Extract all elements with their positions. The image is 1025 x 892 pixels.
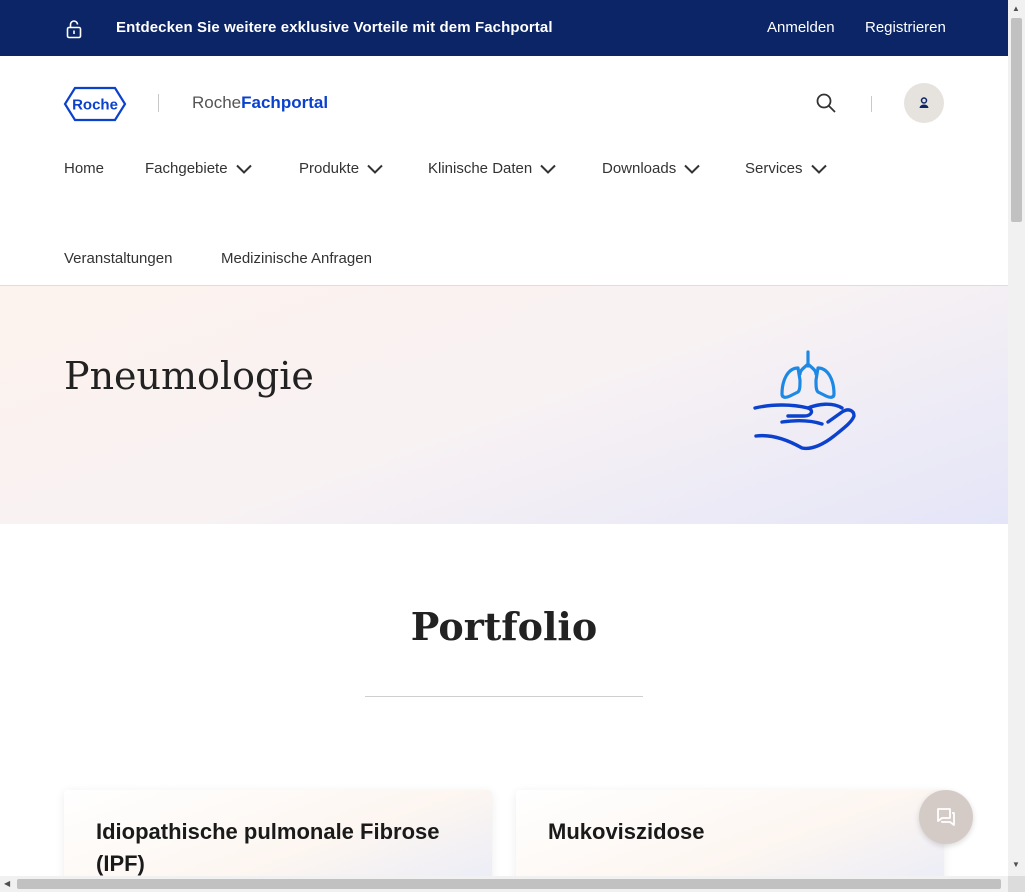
lock-open-icon (66, 20, 82, 39)
nav-medizinische-anfragen[interactable]: Medizinische Anfragen (221, 250, 372, 267)
nav-downloads[interactable]: Downloads (602, 160, 700, 177)
chevron-down-icon (810, 164, 827, 174)
brand-light: Roche (192, 93, 242, 112)
search-icon[interactable] (815, 92, 837, 114)
roche-logo[interactable]: Roche (63, 86, 127, 122)
header-divider (871, 96, 872, 112)
scroll-left-icon[interactable]: ◀ (4, 879, 10, 888)
card-title: Idiopathische pulmonale Fibrose (IPF) (96, 819, 440, 876)
nav-produkte[interactable]: Produkte (299, 160, 383, 177)
brand-name[interactable]: RocheFachportal (192, 93, 328, 113)
hero-banner: Pneumologie (0, 286, 1008, 524)
scrollbar-thumb[interactable] (17, 879, 1001, 889)
promo-text: Entdecken Sie weitere exklusive Vorteile… (116, 19, 553, 36)
nav-label: Downloads (602, 160, 677, 177)
scroll-down-icon[interactable]: ▼ (1012, 860, 1020, 869)
section-title: Portfolio (410, 604, 598, 649)
lungs-hand-icon (753, 350, 856, 451)
nav-fachgebiete[interactable]: Fachgebiete (145, 160, 252, 177)
nav-label: Services (745, 160, 803, 177)
chevron-down-icon (684, 164, 700, 174)
nav-klinische-daten[interactable]: Klinische Daten (428, 160, 556, 177)
nav-label: Veranstaltungen (64, 250, 173, 267)
chat-icon (937, 808, 955, 826)
nav-label: Medizinische Anfragen (221, 250, 372, 267)
nav-veranstaltungen[interactable]: Veranstaltungen (64, 250, 172, 267)
scrollbar-thumb[interactable] (1011, 18, 1022, 222)
user-icon (919, 97, 929, 108)
chevron-down-icon (540, 164, 556, 174)
promo-bar: Entdecken Sie weitere exklusive Vorteile… (0, 0, 1008, 56)
section-divider (365, 696, 643, 697)
chevron-down-icon (367, 164, 383, 174)
scroll-up-icon[interactable]: ▲ (1012, 4, 1020, 13)
nav-label: Home (64, 160, 105, 177)
scrollbar-corner (1008, 876, 1025, 892)
nav-label: Produkte (299, 160, 360, 177)
chevron-down-icon (235, 164, 252, 174)
register-link[interactable]: Registrieren (865, 19, 946, 36)
user-button[interactable] (904, 83, 944, 123)
nav-services[interactable]: Services (745, 160, 827, 177)
brand-bold: Fachportal (241, 93, 329, 112)
login-link[interactable]: Anmelden (767, 19, 835, 36)
logo-divider (158, 94, 159, 112)
chat-button[interactable] (919, 790, 973, 844)
nav-home[interactable]: Home (64, 160, 104, 177)
page-title: Pneumologie (64, 354, 314, 398)
svg-text:Roche: Roche (72, 97, 118, 114)
site-header: Roche RocheFachportal Home Fachgebiete P… (0, 56, 1008, 286)
card-title: Mukoviszidose (548, 819, 705, 844)
horizontal-scrollbar[interactable]: ◀ (0, 876, 1008, 892)
nav-label: Fachgebiete (145, 160, 228, 177)
nav-label: Klinische Daten (428, 160, 533, 177)
vertical-scrollbar[interactable]: ▲ ▼ (1008, 0, 1025, 876)
